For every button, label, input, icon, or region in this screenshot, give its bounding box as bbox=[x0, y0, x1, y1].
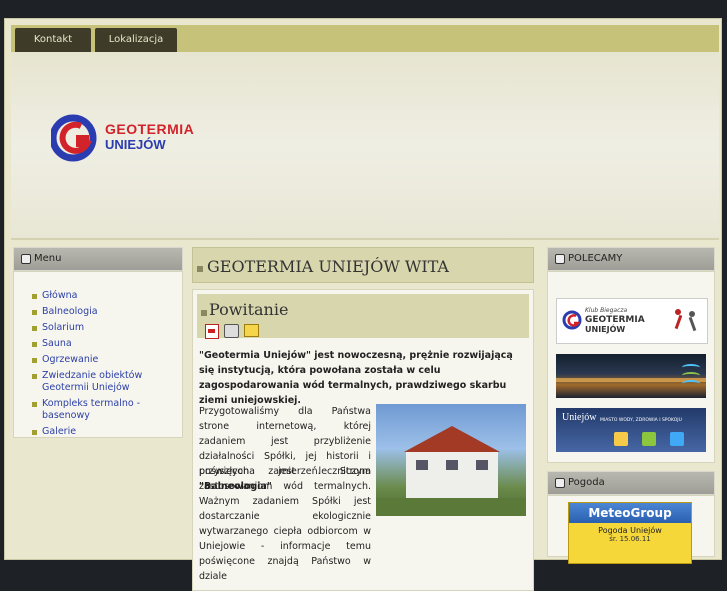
menu-box: Główna Balneologia Solarium Sauna Ogrzew… bbox=[13, 271, 183, 438]
house-wall bbox=[406, 452, 498, 498]
banner-termy-night[interactable] bbox=[556, 354, 706, 398]
menu-item-sauna[interactable]: Sauna bbox=[32, 338, 182, 350]
menu-item-ogrzewanie[interactable]: Ogrzewanie bbox=[32, 354, 182, 366]
article-tools bbox=[205, 324, 259, 339]
tab-lokalizacja[interactable]: Lokalizacja bbox=[95, 28, 177, 52]
pogoda-title: Pogoda bbox=[568, 477, 605, 488]
headline-box: GEOTERMIA UNIEJÓW WITA bbox=[192, 247, 534, 283]
main-column: GEOTERMIA UNIEJÓW WITA Powitanie "Geoter… bbox=[192, 247, 534, 591]
header-banner: GEOTERMIA UNIEJÓW bbox=[11, 52, 719, 240]
logo-line1: GEOTERMIA bbox=[105, 121, 195, 137]
polecamy-header: POLECAMY bbox=[547, 247, 715, 271]
menu-item-solarium[interactable]: Solarium bbox=[32, 322, 182, 334]
camera-icon bbox=[614, 432, 628, 446]
body-paragraph-2: poświęcona jest leczniczym zastosowaniom… bbox=[199, 466, 371, 582]
home-icon bbox=[642, 432, 656, 446]
page-headline: GEOTERMIA UNIEJÓW WITA bbox=[207, 257, 449, 276]
bullet-icon bbox=[197, 266, 203, 272]
pogoda-header: Pogoda bbox=[547, 471, 715, 495]
top-nav-bar: Kontakt Lokalizacja bbox=[11, 25, 719, 52]
person-icon bbox=[670, 432, 684, 446]
box-toggle-icon bbox=[555, 478, 565, 488]
wave-logo-icon bbox=[682, 360, 700, 390]
menu-item-balneologia[interactable]: Balneologia bbox=[32, 306, 182, 318]
menu-list: Główna Balneologia Solarium Sauna Ogrzew… bbox=[14, 272, 182, 452]
menu-column: Menu Główna Balneologia Solarium Sauna O… bbox=[13, 247, 183, 438]
page-frame: Kontakt Lokalizacja GEOTERMIA UNIEJÓW Me… bbox=[4, 18, 722, 591]
weather-location: Pogoda Uniejów bbox=[598, 526, 662, 535]
banner-klub-biegacza[interactable]: Klub Biegacza GEOTERMIA UNIEJÓW bbox=[556, 298, 708, 344]
intro-paragraph: "Geotermia Uniejów" jest nowoczesną, prę… bbox=[199, 350, 513, 406]
runners-icon bbox=[671, 307, 701, 335]
banner-uniejow-miasto[interactable]: Uniejów MIASTO WODY, ZDROWIA I SPOKOJU bbox=[556, 408, 706, 452]
weather-date: śr. 15.06.11 bbox=[609, 535, 651, 543]
menu-title: Menu bbox=[34, 253, 62, 264]
menu-item-glowna[interactable]: Główna bbox=[32, 290, 182, 302]
bullet-icon bbox=[201, 310, 207, 316]
print-icon[interactable] bbox=[224, 324, 239, 338]
menu-item-galerie[interactable]: Galerie bbox=[32, 426, 182, 438]
geotermia-logo-icon bbox=[562, 310, 582, 330]
article-box: Powitanie "Geotermia Uniejów" jest nowoc… bbox=[192, 289, 534, 591]
tab-kontakt[interactable]: Kontakt bbox=[15, 28, 91, 52]
box-toggle-icon bbox=[21, 254, 31, 264]
article-title: Powitanie bbox=[209, 300, 289, 319]
email-icon[interactable] bbox=[244, 324, 259, 337]
menu-header: Menu bbox=[13, 247, 183, 271]
logo-line2: UNIEJÓW bbox=[105, 137, 166, 152]
article-header: Powitanie bbox=[197, 294, 529, 339]
roof-shape bbox=[404, 426, 500, 452]
box-toggle-icon bbox=[555, 254, 565, 264]
site-logo[interactable]: GEOTERMIA UNIEJÓW bbox=[49, 112, 194, 167]
meteogroup-logo: MeteoGroup bbox=[569, 503, 691, 523]
menu-item-zwiedzanie[interactable]: Zwiedzanie obiektów Geotermii Uniejów bbox=[32, 370, 182, 394]
right-column: POLECAMY Klub Biegacza GEOTERMIA UNIEJÓW bbox=[547, 247, 715, 564]
weather-widget[interactable]: MeteoGroup Pogoda Uniejów śr. 15.06.11 bbox=[568, 502, 692, 564]
building-photo bbox=[376, 404, 526, 516]
pdf-icon[interactable] bbox=[205, 324, 219, 339]
menu-item-kompleks[interactable]: Kompleks termalno - basenowy bbox=[32, 398, 182, 422]
polecamy-title: POLECAMY bbox=[568, 253, 623, 264]
pogoda-box: MeteoGroup Pogoda Uniejów śr. 15.06.11 bbox=[547, 495, 715, 564]
polecamy-box: Klub Biegacza GEOTERMIA UNIEJÓW Uniejów … bbox=[547, 271, 715, 463]
